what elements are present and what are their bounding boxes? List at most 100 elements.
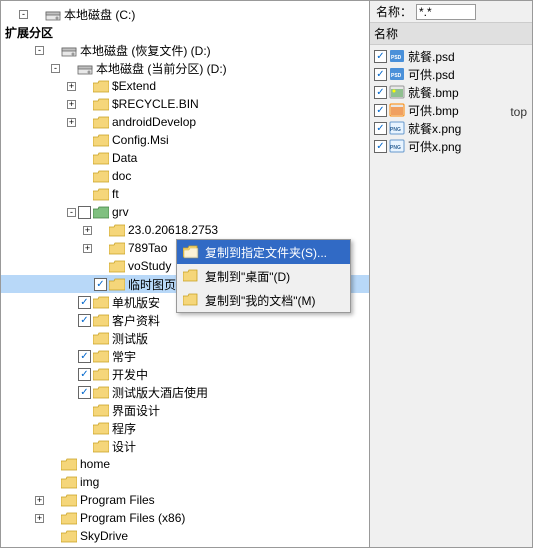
tree-item-sheji[interactable]: 设计	[1, 437, 369, 455]
expand-btn-android[interactable]: +	[67, 118, 76, 127]
svg-text:PNG: PNG	[390, 145, 401, 151]
tree-item-grv[interactable]: - grv	[1, 203, 369, 221]
checkbox-kegoupsd[interactable]	[374, 68, 387, 81]
tree-item-programfiles86[interactable]: + Program Files (x86)	[1, 509, 369, 527]
tree-item-ceshiban[interactable]: 测试版大酒店使用	[1, 383, 369, 401]
tree-item-home[interactable]: home	[1, 455, 369, 473]
right-item-kegoupng[interactable]: PNG 可供x.png	[372, 137, 530, 155]
tree-item-img[interactable]: img	[1, 473, 369, 491]
tree-item-d-current-label: 本地磁盘 (当前分区) (D:)	[96, 60, 227, 77]
psd-icon-1: PSD	[389, 49, 405, 63]
tree-item-ft[interactable]: ft	[1, 185, 369, 203]
bmp-icon-1	[389, 85, 405, 99]
expand-btn-pf86[interactable]: +	[35, 514, 44, 523]
tree-item-doc[interactable]: doc	[1, 167, 369, 185]
right-item-jucankpng[interactable]: PNG 就餐x.png	[372, 119, 530, 137]
checkbox-kegoupng[interactable]	[374, 140, 387, 153]
context-menu-copy-to-mydocs[interactable]: 复制到"我的文档"(M)	[177, 288, 350, 312]
expand-btn-pf[interactable]: +	[35, 496, 44, 505]
context-menu-copy-to-desktop-label: 复制到"桌面"(D)	[205, 268, 290, 285]
bmp-icon-2	[389, 103, 405, 117]
checkbox-kaifa[interactable]	[78, 368, 91, 381]
checkbox-kegoupbmp[interactable]	[374, 104, 387, 117]
tree-item-systemvolume[interactable]: System Volume Information	[1, 545, 369, 547]
folder-icon-vostudy	[109, 260, 125, 273]
tree-item-vostudy-label: voStudy	[128, 259, 171, 273]
drive-icon-d-current	[77, 62, 93, 75]
folder-icon-ft	[93, 188, 109, 201]
right-item-kegoupbmp-label: 可供.bmp	[408, 102, 459, 119]
expand-btn-recycle[interactable]: +	[67, 100, 76, 109]
tree-item-ceshi[interactable]: 测试版	[1, 329, 369, 347]
svg-text:PSD: PSD	[391, 73, 402, 79]
checkbox-ceshiban[interactable]	[78, 386, 91, 399]
drive-icon-c	[45, 8, 61, 21]
right-item-kegoupbmp[interactable]: 可供.bmp	[372, 101, 530, 119]
folder-icon-kehu	[93, 314, 109, 327]
context-menu-copy-to-desktop[interactable]: 复制到"桌面"(D)	[177, 264, 350, 288]
checkbox-changyu[interactable]	[78, 350, 91, 363]
tree-item-local-d-current[interactable]: - 本地磁盘 (当前分区) (D:)	[1, 59, 369, 77]
folder-icon-data	[93, 152, 109, 165]
tree-item-local-d-restore[interactable]: - 本地磁盘 (恢复文件) (D:)	[1, 41, 369, 59]
tree-item-changyu[interactable]: 常宇	[1, 347, 369, 365]
tree-item-jiemsheji[interactable]: 界面设计	[1, 401, 369, 419]
right-item-jucankpsd[interactable]: PSD 就餐.psd	[372, 47, 530, 65]
tree-item-data[interactable]: Data	[1, 149, 369, 167]
tree-item-extend-label: $Extend	[112, 79, 156, 93]
tree-item-programfiles[interactable]: + Program Files	[1, 491, 369, 509]
tree-item-local-c[interactable]: - 本地磁盘 (C:)	[1, 5, 369, 23]
name-filter-input[interactable]	[416, 4, 476, 20]
checkbox-jucankbmp[interactable]	[374, 86, 387, 99]
tree-item-version[interactable]: + 23.0.20618.2753	[1, 221, 369, 239]
tree-item-chengxu[interactable]: 程序	[1, 419, 369, 437]
checkbox-kehu[interactable]	[78, 314, 91, 327]
tree-item-configmsi-label: Config.Msi	[112, 133, 169, 147]
tree-item-androiddevelop[interactable]: + androidDevelop	[1, 113, 369, 131]
folder-icon-789tao	[109, 242, 125, 255]
tree-item-jiemsheji-label: 界面设计	[112, 402, 160, 419]
checkbox-jucankpsd[interactable]	[374, 50, 387, 63]
tree-item-recycle-label: $RECYCLE.BIN	[112, 97, 199, 111]
expand-btn-version[interactable]: +	[83, 226, 92, 235]
tree-item-data-label: Data	[112, 151, 137, 165]
right-item-jucankbmp-label: 就餐.bmp	[408, 84, 459, 101]
folder-icon-skydrive	[61, 530, 77, 543]
folder-icon-sheji	[93, 440, 109, 453]
expand-btn-d-current[interactable]: -	[51, 64, 60, 73]
folder-icon-version	[109, 224, 125, 237]
checkbox-linshi[interactable]	[94, 278, 107, 291]
context-menu-copy-to-folder[interactable]: 复制到指定文件夹(S)...	[177, 240, 350, 264]
tree-item-android-label: androidDevelop	[112, 115, 196, 129]
tree-item-pf86-label: Program Files (x86)	[80, 511, 185, 525]
folder-icon-extend	[93, 80, 109, 93]
checkbox-danjiban[interactable]	[78, 296, 91, 309]
folder-icon-home	[61, 458, 77, 471]
expand-btn-d-restore[interactable]: -	[35, 46, 44, 55]
tree-item-chengxu-label: 程序	[112, 420, 136, 437]
folder-icon-android	[93, 116, 109, 129]
tree-item-d-restore-label: 本地磁盘 (恢复文件) (D:)	[80, 42, 211, 59]
right-item-kegoupsd[interactable]: PSD 可供.psd	[372, 65, 530, 83]
tree-item-recycle[interactable]: + $RECYCLE.BIN	[1, 95, 369, 113]
expand-btn-grv[interactable]: -	[67, 208, 76, 217]
expand-btn-789tao[interactable]: +	[83, 244, 92, 253]
file-tree-panel: - 本地磁盘 (C:) 扩展分区 - 本地磁盘 (恢复文件) (D:)	[0, 0, 370, 548]
tree-item-kehu[interactable]: 客户资料	[1, 311, 369, 329]
folder-icon-ceshi	[93, 332, 109, 345]
tree-item-kaifa[interactable]: 开发中	[1, 365, 369, 383]
tree-item-sheji-label: 设计	[112, 438, 136, 455]
drive-icon-d-restore	[61, 44, 77, 57]
expand-btn-c[interactable]: -	[19, 10, 28, 19]
tree-item-skydrive[interactable]: SkyDrive	[1, 527, 369, 545]
top-label: top	[510, 105, 527, 119]
tree-item-pf-label: Program Files	[80, 493, 155, 507]
tree-item-extend[interactable]: + $Extend	[1, 77, 369, 95]
checkbox-jucankpng[interactable]	[374, 122, 387, 135]
right-panel-header: 名称：	[370, 1, 532, 23]
right-item-jucankbmp[interactable]: 就餐.bmp	[372, 83, 530, 101]
expand-btn-extend[interactable]: +	[67, 82, 76, 91]
folder-desktop-icon	[183, 268, 199, 284]
folder-icon-changyu	[93, 350, 109, 363]
tree-item-configmsi[interactable]: Config.Msi	[1, 131, 369, 149]
